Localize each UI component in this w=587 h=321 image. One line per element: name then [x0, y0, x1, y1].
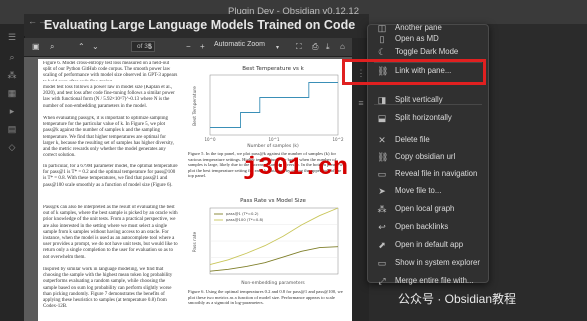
menu-item-label: Open as MD — [395, 34, 439, 43]
page-down-icon[interactable]: ⌄ — [92, 42, 99, 52]
menu-item-label: Open in default app — [395, 240, 464, 249]
bookmark-icon[interactable]: ⌂ — [340, 42, 345, 52]
graph-icon: ⁂ — [377, 204, 387, 214]
chart1-ylabel: Best Temperature — [192, 86, 198, 126]
external-app-icon: ⬈ — [378, 240, 386, 250]
chart1-xlabel: Number of samples (k) — [247, 143, 299, 149]
menu-item-label: Split horizontally — [395, 113, 452, 122]
paragraph-1: model test loss follows a power law in m… — [43, 85, 175, 109]
download-icon[interactable]: ⤓ — [326, 42, 330, 52]
menu-item-label: Merge entire file with... — [395, 276, 474, 285]
outline-icon[interactable]: ≡ — [356, 98, 366, 108]
backlink-icon: ↩ — [378, 222, 386, 232]
split-icon: ◫ — [377, 23, 387, 33]
menu-item-label: Move file to... — [395, 186, 442, 195]
moon-icon: ☾ — [377, 47, 387, 57]
menu-item-label: Toggle Dark Mode — [395, 47, 459, 56]
figure-caption-6: Figure 6. Model cross-entropy test loss … — [43, 61, 178, 81]
menu-item-8[interactable]: ⛓ Copy obsidian url — [368, 151, 488, 165]
chart-best-temperature: Best Temperature vs k Best Temperature N… — [188, 61, 348, 149]
paragraph-3: In particular, for a 679M parameter mode… — [43, 164, 178, 188]
account-label: 公众号 · Obsidian教程 — [398, 292, 517, 306]
menu-item-label: Split vertically — [395, 95, 443, 104]
zoom-out-icon[interactable]: − — [186, 42, 191, 52]
chart2-xlabel: Non-embedding parameters — [241, 280, 305, 286]
chart2-legend-label: pass@1 (T*=0.2) — [226, 211, 259, 216]
folder-move-icon: ➤ — [378, 186, 386, 196]
menu-item-label: Open backlinks — [395, 222, 449, 231]
graph-icon[interactable]: ⁂ — [7, 70, 17, 80]
split-horizontal-icon: ⬓ — [377, 113, 387, 123]
present-icon[interactable]: ⛶ — [296, 42, 302, 52]
pdf-page: Figure 6. Model cross-entropy test loss … — [38, 59, 353, 321]
pdf-toolbar: ▣ ⌕ ⌃ ⌄ 5 of 35 − + Automatic Zoom ▾ ⛶ ⎙… — [24, 38, 354, 57]
back-arrow-icon[interactable]: ← — [28, 16, 37, 26]
search-icon[interactable]: ⌕ — [7, 52, 17, 62]
page-up-icon[interactable]: ⌃ — [78, 42, 85, 52]
sidebar-toggle-icon[interactable]: ▣ — [32, 42, 40, 52]
file-icon: ▯ — [379, 34, 385, 44]
tag-icon[interactable]: ◇ — [7, 142, 17, 152]
chart1-tick-label: 10^0 — [205, 137, 216, 142]
pdf-viewer[interactable]: Figure 6. Model cross-entropy test loss … — [24, 57, 369, 321]
split-vertical-icon: ◨ — [377, 95, 387, 105]
chart-pass-rate: Pass Rate vs Model Size Pass rate Non-em… — [188, 194, 348, 286]
paragraph-2: When evaluating pass@k, it is important … — [43, 116, 174, 159]
chart1-tick-label: 10^2 — [333, 137, 344, 142]
figure-caption-7: Figure 6. Using the optimal temperatures… — [188, 289, 343, 306]
paragraph-5: Inspired by similar work in language mod… — [43, 267, 173, 310]
menu-item-label: Another pane — [395, 23, 442, 32]
menu-item-6[interactable]: ⬓ Split horizontally — [368, 112, 488, 126]
zoom-select[interactable]: Automatic Zoom — [214, 41, 265, 48]
chart1-tick-label: 10^1 — [269, 137, 280, 142]
watermark: j301.cn — [243, 153, 349, 182]
chart2-series-1 — [209, 246, 339, 272]
chart2-ylabel: Pass rate — [192, 232, 198, 253]
link-icon: ⛓ — [377, 152, 389, 162]
folder-icon: ▭ — [377, 258, 387, 268]
chart2-legend-label: pass@100 (T*=0.8) — [226, 217, 264, 222]
files-icon[interactable]: ▤ — [7, 124, 17, 134]
menu-item-label: Copy obsidian url — [395, 152, 456, 161]
find-icon[interactable]: ⌕ — [50, 42, 54, 52]
print-icon[interactable]: ⎙ — [312, 42, 318, 52]
menu-item-label: Show in system explorer — [395, 258, 480, 267]
menu-item-9[interactable]: ▭ Reveal file in navigation — [368, 168, 488, 182]
collapse-icon[interactable]: ☰ — [7, 32, 17, 42]
menu-item-5[interactable]: ◨ Split vertically — [368, 94, 488, 108]
chart1-title: Best Temperature vs k — [242, 66, 304, 72]
zoom-in-icon[interactable]: + — [200, 42, 205, 52]
paragraph-4: Pass@k can also be interpreted as the re… — [43, 205, 178, 260]
merge-icon: ⤢ — [378, 276, 386, 286]
chart1-frame — [209, 74, 339, 136]
folder-icon: ▭ — [377, 169, 387, 179]
menu-item-12[interactable]: ↩ Open backlinks — [368, 221, 488, 235]
calendar-icon[interactable]: ▦ — [7, 88, 17, 98]
menu-item-label: Open local graph — [395, 204, 455, 213]
trash-icon: ✕ — [378, 135, 386, 145]
menu-item-label: Reveal file in navigation — [395, 169, 478, 178]
menu-item-13[interactable]: ⬈ Open in default app — [368, 239, 488, 253]
menu-item-3[interactable]: ☾ Toggle Dark Mode — [368, 46, 488, 60]
command-icon[interactable]: ▸ — [7, 106, 17, 116]
menu-item-15[interactable]: ⤢ Merge entire file with... — [368, 275, 488, 289]
menu-item-label: Delete file — [395, 135, 430, 144]
menu-item-2[interactable]: ▯ Open as MD — [368, 33, 488, 47]
chart2-title: Pass Rate vs Model Size — [240, 198, 306, 204]
chart1-series-line — [210, 82, 338, 128]
zoom-dropdown-icon[interactable]: ▾ — [276, 43, 279, 53]
document-title: Evaluating Large Language Models Trained… — [44, 18, 356, 32]
highlight-box — [342, 59, 486, 85]
menu-item-10[interactable]: ➤ Move file to... — [368, 185, 488, 199]
menu-item-11[interactable]: ⁂ Open local graph — [368, 203, 488, 217]
left-ribbon: ☰ ⌕ ⁂ ▦ ▸ ▤ ◇ — [0, 24, 25, 321]
menu-item-7[interactable]: ✕ Delete file — [368, 134, 488, 148]
menu-item-14[interactable]: ▭ Show in system explorer — [368, 257, 488, 271]
page-total: of 35 — [137, 43, 152, 50]
